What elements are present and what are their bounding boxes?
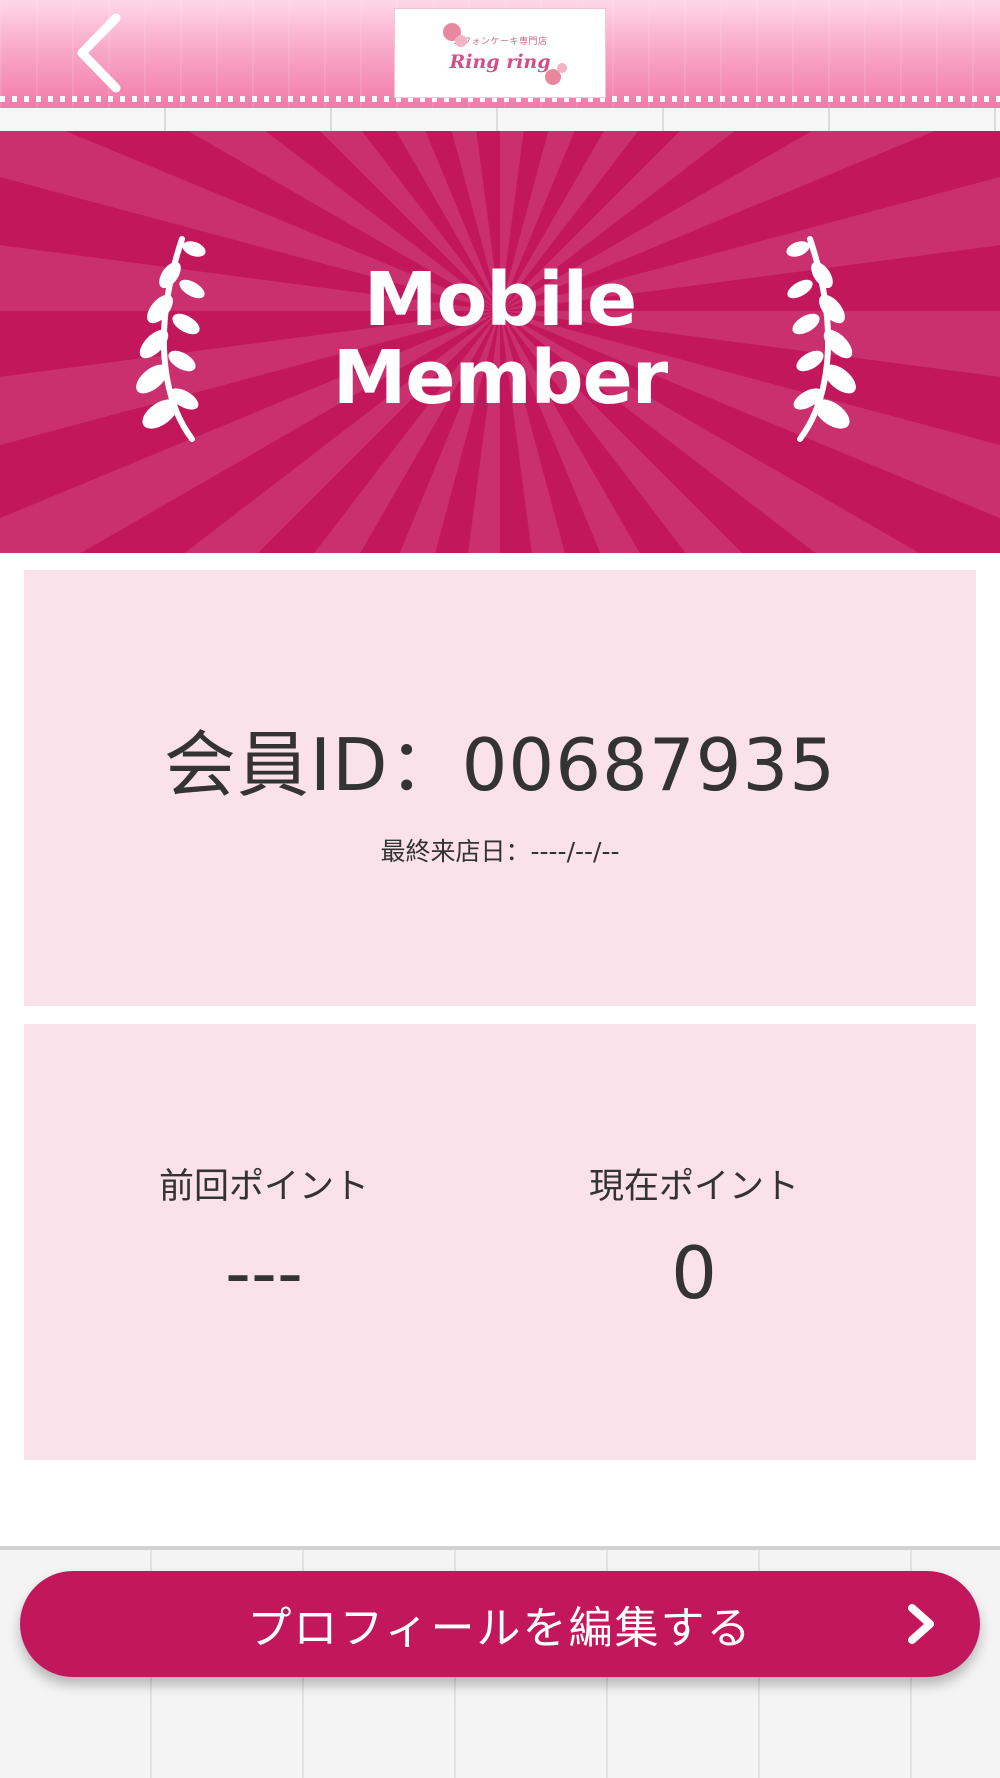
flower-decoration xyxy=(557,63,567,73)
banner-title: Mobile Member xyxy=(0,261,1000,417)
member-id-card: 会員ID：00687935 最終来店日：----/--/-- xyxy=(24,570,976,1006)
previous-points: 前回ポイント --- xyxy=(84,1166,444,1318)
current-points: 現在ポイント 0 xyxy=(514,1166,874,1318)
chevron-right-icon xyxy=(908,1604,934,1644)
previous-points-label: 前回ポイント xyxy=(158,1167,369,1207)
member-id: 会員ID：00687935 xyxy=(163,723,837,807)
previous-points-value: --- xyxy=(225,1231,303,1315)
back-button[interactable] xyxy=(60,8,140,98)
wood-background-strip xyxy=(0,108,1000,132)
points-card: 前回ポイント --- 現在ポイント 0 xyxy=(24,1024,976,1460)
chevron-left-icon xyxy=(77,13,121,93)
edit-profile-button[interactable]: プロフィールを編集する xyxy=(20,1571,980,1677)
current-points-value: 0 xyxy=(671,1231,717,1315)
banner-title-line1: Mobile xyxy=(363,257,637,343)
mobile-member-banner: Mobile Member xyxy=(0,131,1000,553)
app-header: シフォンケーキ専門店 Ring ring xyxy=(0,0,1000,108)
flower-decoration xyxy=(455,35,467,47)
current-points-label: 現在ポイント xyxy=(588,1167,799,1207)
logo-name: Ring ring xyxy=(449,50,551,73)
edit-profile-label: プロフィールを編集する xyxy=(247,1603,753,1654)
last-visit-date: 最終来店日：----/--/-- xyxy=(380,837,620,866)
store-logo[interactable]: シフォンケーキ専門店 Ring ring xyxy=(394,8,606,98)
member-page: シフォンケーキ専門店 Ring ring Mobile Member 会員ID：… xyxy=(0,0,1000,1778)
banner-title-line2: Member xyxy=(332,335,669,421)
